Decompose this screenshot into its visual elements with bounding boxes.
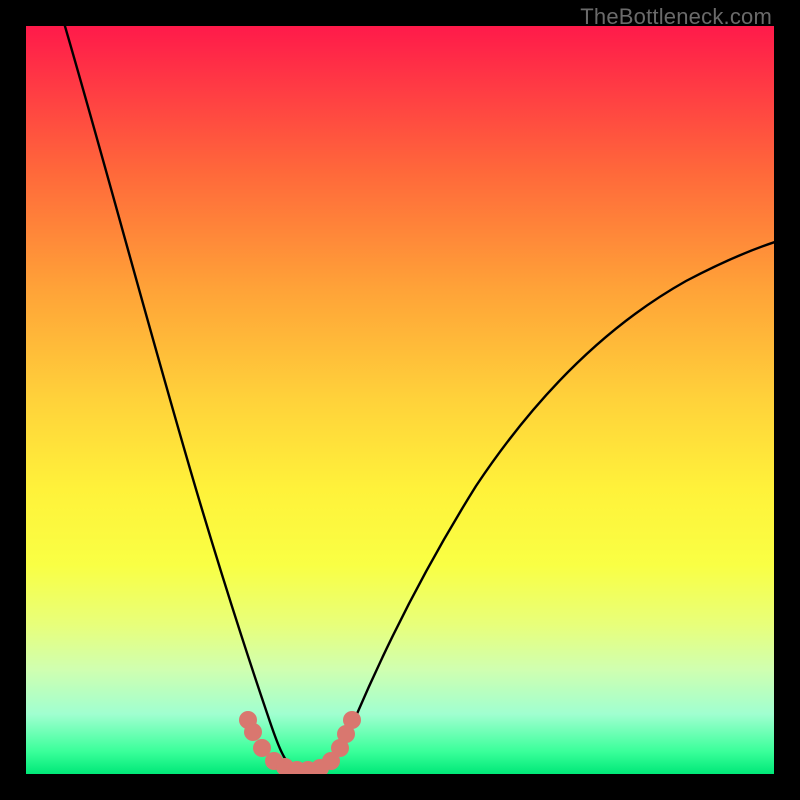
chart-area: [26, 26, 774, 774]
left-curve-path: [62, 26, 294, 770]
marker-group: [239, 711, 361, 774]
chart-svg: [26, 26, 774, 774]
right-curve-path: [326, 241, 774, 770]
watermark-text: TheBottleneck.com: [580, 4, 772, 30]
